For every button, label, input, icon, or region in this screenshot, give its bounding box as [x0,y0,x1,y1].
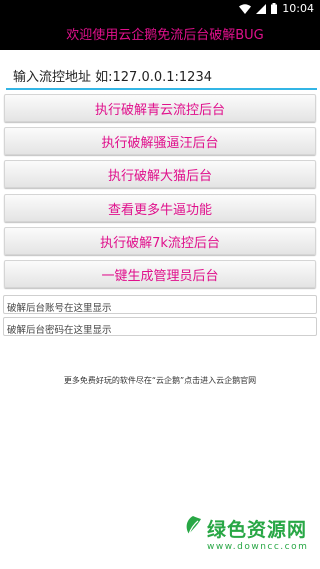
account-field-wrapper [3,295,317,317]
password-field[interactable] [4,322,316,339]
account-field[interactable] [4,300,316,317]
watermark: 绿色资源网 www.downcc.com [183,515,313,552]
password-field-wrapper [3,317,317,339]
signal-icon [256,3,267,14]
watermark-url: www.downcc.com [207,542,309,552]
more-features-button[interactable]: 查看更多牛逼功能 [4,194,316,222]
address-input[interactable] [6,66,317,89]
wifi-icon [239,3,252,14]
crack-damao-button[interactable]: 执行破解大猫后台 [4,160,316,188]
generate-admin-button[interactable]: 一键生成管理员后台 [4,260,316,288]
watermark-name: 绿色资源网 [207,519,308,541]
crack-saobiwang-button[interactable]: 执行破解骚逼汪后台 [4,127,316,155]
crack-qingyun-button[interactable]: 执行破解青云流控后台 [4,94,316,122]
status-bar: 10:04 [0,0,320,17]
official-site-link[interactable]: 更多免费好玩的软件尽在“云企鹅”点击进入云企鹅官网 [0,375,320,386]
leaf-logo-icon [183,515,203,542]
header-title: 欢迎使用云企鹅免流后台破解BUG [66,28,264,43]
address-input-wrapper [6,66,317,90]
crack-7k-button[interactable]: 执行破解7k流控后台 [4,227,316,255]
battery-icon [271,3,278,14]
app-header: 欢迎使用云企鹅免流后台破解BUG [0,17,320,50]
status-time: 10:04 [282,2,314,15]
